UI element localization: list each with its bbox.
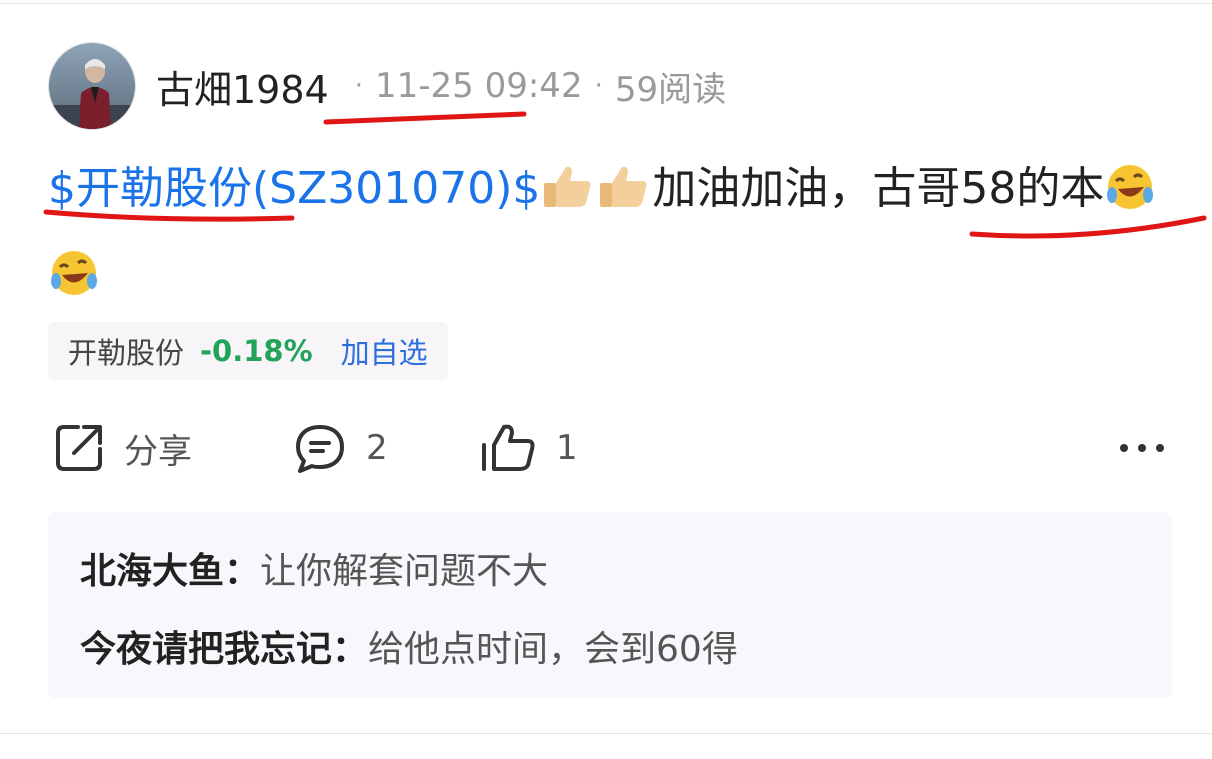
- username[interactable]: 古畑1984: [156, 59, 329, 114]
- thumbs-up-icon: [540, 158, 596, 236]
- more-button[interactable]: [1118, 418, 1166, 478]
- rolling-laughing-icon: [48, 244, 102, 322]
- comment-item[interactable]: 今夜请把我忘记：给他点时间，会到60得: [80, 620, 738, 672]
- like-icon: [482, 424, 535, 471]
- more-dots-icon: [1120, 444, 1164, 452]
- comment-author[interactable]: 北海大鱼：: [80, 551, 260, 592]
- share-button[interactable]: 分享: [52, 418, 192, 478]
- annotation-underline-time: [323, 111, 527, 125]
- like-count: 1: [556, 428, 578, 468]
- comments-preview[interactable]: 北海大鱼：让你解套问题不大 今夜请把我忘记：给他点时间，会到60得: [48, 512, 1172, 698]
- comment-count: 2: [366, 428, 388, 468]
- stock-chip-name: 开勒股份: [68, 336, 185, 370]
- comment-text: 给他点时间，会到60得: [368, 629, 738, 670]
- add-watchlist-button[interactable]: 加自选: [341, 330, 428, 372]
- comment-item[interactable]: 北海大鱼：让你解套问题不大: [80, 542, 548, 594]
- share-label: 分享: [124, 431, 192, 472]
- annotation-underline-stock: [43, 209, 295, 222]
- stock-chip-change: -0.18%: [200, 334, 313, 368]
- like-button[interactable]: 1: [478, 418, 578, 478]
- bottom-divider: [0, 733, 1212, 734]
- share-icon: [56, 425, 102, 471]
- avatar[interactable]: [48, 42, 136, 130]
- avatar-image: [49, 43, 135, 129]
- thumbs-up-icon: [596, 158, 652, 236]
- meta-separator: ·: [354, 71, 363, 101]
- action-bar: 分享 2 1: [52, 418, 1172, 478]
- read-count: 59阅读: [614, 69, 727, 110]
- comment-text: 让你解套问题不大: [260, 551, 549, 592]
- comment-icon: [296, 425, 344, 473]
- post-time: 11-25 09:42: [374, 66, 583, 106]
- comment-button[interactable]: 2: [292, 418, 388, 478]
- annotation-underline-price: [969, 215, 1207, 239]
- stock-chip[interactable]: 开勒股份 -0.18% 加自选: [48, 322, 448, 380]
- top-divider: [0, 3, 1212, 4]
- meta-separator: ·: [594, 71, 603, 101]
- comment-author[interactable]: 今夜请把我忘记：: [80, 629, 368, 670]
